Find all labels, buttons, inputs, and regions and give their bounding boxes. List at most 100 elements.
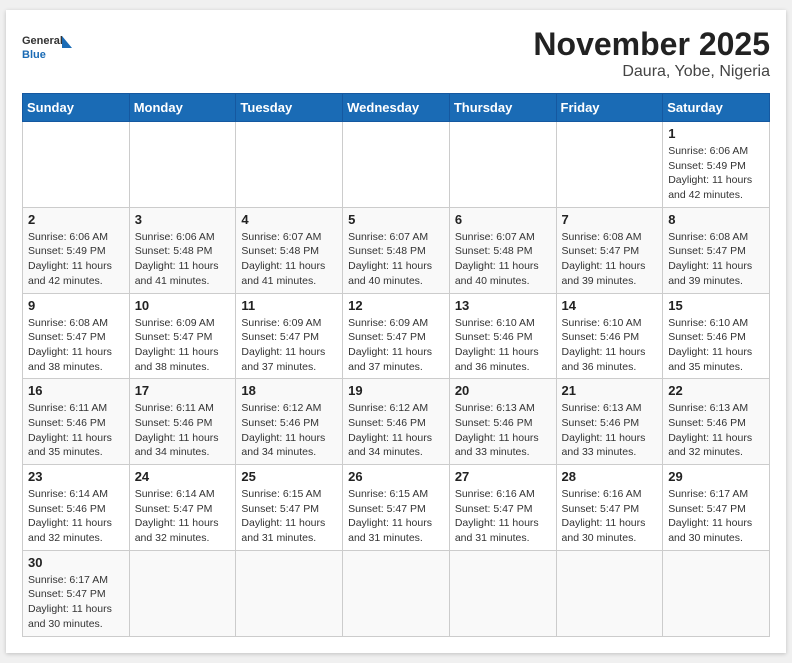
calendar-cell: 23 Sunrise: 6:14 AM Sunset: 5:46 PM Dayli… bbox=[23, 465, 130, 551]
day-info: Sunrise: 6:10 AM Sunset: 5:46 PM Dayligh… bbox=[668, 316, 764, 375]
day-number: 7 bbox=[562, 212, 658, 227]
day-number: 1 bbox=[668, 126, 764, 141]
day-number: 16 bbox=[28, 383, 124, 398]
day-info: Sunrise: 6:14 AM Sunset: 5:47 PM Dayligh… bbox=[135, 487, 231, 546]
day-number: 20 bbox=[455, 383, 551, 398]
day-number: 27 bbox=[455, 469, 551, 484]
day-info: Sunrise: 6:09 AM Sunset: 5:47 PM Dayligh… bbox=[241, 316, 337, 375]
day-info: Sunrise: 6:07 AM Sunset: 5:48 PM Dayligh… bbox=[455, 230, 551, 289]
day-info: Sunrise: 6:12 AM Sunset: 5:46 PM Dayligh… bbox=[348, 401, 444, 460]
day-number: 24 bbox=[135, 469, 231, 484]
calendar-cell: 6 Sunrise: 6:07 AM Sunset: 5:48 PM Daylig… bbox=[449, 207, 556, 293]
day-info: Sunrise: 6:11 AM Sunset: 5:46 PM Dayligh… bbox=[135, 401, 231, 460]
calendar-cell bbox=[343, 550, 450, 636]
day-info: Sunrise: 6:16 AM Sunset: 5:47 PM Dayligh… bbox=[562, 487, 658, 546]
day-number: 21 bbox=[562, 383, 658, 398]
day-info: Sunrise: 6:16 AM Sunset: 5:47 PM Dayligh… bbox=[455, 487, 551, 546]
day-number: 8 bbox=[668, 212, 764, 227]
day-number: 23 bbox=[28, 469, 124, 484]
day-number: 25 bbox=[241, 469, 337, 484]
svg-text:Blue: Blue bbox=[22, 49, 46, 61]
day-info: Sunrise: 6:06 AM Sunset: 5:49 PM Dayligh… bbox=[28, 230, 124, 289]
calendar-week-row: 1 Sunrise: 6:06 AM Sunset: 5:49 PM Daylig… bbox=[23, 122, 770, 208]
day-info: Sunrise: 6:06 AM Sunset: 5:49 PM Dayligh… bbox=[668, 144, 764, 203]
calendar-subtitle: Daura, Yobe, Nigeria bbox=[533, 63, 770, 81]
day-info: Sunrise: 6:08 AM Sunset: 5:47 PM Dayligh… bbox=[562, 230, 658, 289]
day-info: Sunrise: 6:17 AM Sunset: 5:47 PM Dayligh… bbox=[668, 487, 764, 546]
calendar-cell: 30 Sunrise: 6:17 AM Sunset: 5:47 PM Dayli… bbox=[23, 550, 130, 636]
day-info: Sunrise: 6:07 AM Sunset: 5:48 PM Dayligh… bbox=[348, 230, 444, 289]
calendar-cell: 4Sunrise: 6:07 AM Sunset: 5:48 PM Daylig… bbox=[236, 207, 343, 293]
calendar-cell: 28 Sunrise: 6:16 AM Sunset: 5:47 PM Dayli… bbox=[556, 465, 663, 551]
calendar-cell: 27 Sunrise: 6:16 AM Sunset: 5:47 PM Dayli… bbox=[449, 465, 556, 551]
calendar-week-row: 9Sunrise: 6:08 AM Sunset: 5:47 PM Daylig… bbox=[23, 293, 770, 379]
calendar-cell: 13 Sunrise: 6:10 AM Sunset: 5:46 PM Dayli… bbox=[449, 293, 556, 379]
calendar-cell: 12Sunrise: 6:09 AM Sunset: 5:47 PM Dayli… bbox=[343, 293, 450, 379]
day-number: 13 bbox=[455, 298, 551, 313]
calendar-cell: 26 Sunrise: 6:15 AM Sunset: 5:47 PM Dayli… bbox=[343, 465, 450, 551]
day-number: 11 bbox=[241, 298, 337, 313]
day-number: 19 bbox=[348, 383, 444, 398]
day-number: 5 bbox=[348, 212, 444, 227]
day-info: Sunrise: 6:15 AM Sunset: 5:47 PM Dayligh… bbox=[241, 487, 337, 546]
calendar-cell: 2 Sunrise: 6:06 AM Sunset: 5:49 PM Daylig… bbox=[23, 207, 130, 293]
page-header: General Blue November 2025 Daura, Yobe, … bbox=[22, 26, 770, 81]
logo: General Blue bbox=[22, 26, 72, 71]
calendar-cell: 29 Sunrise: 6:17 AM Sunset: 5:47 PM Dayli… bbox=[663, 465, 770, 551]
day-info: Sunrise: 6:13 AM Sunset: 5:46 PM Dayligh… bbox=[455, 401, 551, 460]
day-number: 26 bbox=[348, 469, 444, 484]
calendar-cell bbox=[449, 550, 556, 636]
day-number: 10 bbox=[135, 298, 231, 313]
day-info: Sunrise: 6:09 AM Sunset: 5:47 PM Dayligh… bbox=[348, 316, 444, 375]
calendar-cell bbox=[343, 122, 450, 208]
calendar-cell bbox=[23, 122, 130, 208]
day-info: Sunrise: 6:06 AM Sunset: 5:48 PM Dayligh… bbox=[135, 230, 231, 289]
day-number: 6 bbox=[455, 212, 551, 227]
calendar-cell bbox=[129, 550, 236, 636]
calendar-cell: 8 Sunrise: 6:08 AM Sunset: 5:47 PM Daylig… bbox=[663, 207, 770, 293]
weekday-header-row: SundayMondayTuesdayWednesdayThursdayFrid… bbox=[23, 94, 770, 122]
weekday-header-monday: Monday bbox=[129, 94, 236, 122]
day-number: 29 bbox=[668, 469, 764, 484]
calendar-cell: 5 Sunrise: 6:07 AM Sunset: 5:48 PM Daylig… bbox=[343, 207, 450, 293]
calendar-cell: 21Sunrise: 6:13 AM Sunset: 5:46 PM Dayli… bbox=[556, 379, 663, 465]
day-info: Sunrise: 6:14 AM Sunset: 5:46 PM Dayligh… bbox=[28, 487, 124, 546]
day-info: Sunrise: 6:12 AM Sunset: 5:46 PM Dayligh… bbox=[241, 401, 337, 460]
day-number: 28 bbox=[562, 469, 658, 484]
calendar-cell: 3Sunrise: 6:06 AM Sunset: 5:48 PM Daylig… bbox=[129, 207, 236, 293]
calendar-cell: 15Sunrise: 6:10 AM Sunset: 5:46 PM Dayli… bbox=[663, 293, 770, 379]
day-info: Sunrise: 6:09 AM Sunset: 5:47 PM Dayligh… bbox=[135, 316, 231, 375]
day-info: Sunrise: 6:10 AM Sunset: 5:46 PM Dayligh… bbox=[455, 316, 551, 375]
weekday-header-sunday: Sunday bbox=[23, 94, 130, 122]
calendar-cell bbox=[556, 122, 663, 208]
day-info: Sunrise: 6:11 AM Sunset: 5:46 PM Dayligh… bbox=[28, 401, 124, 460]
day-number: 18 bbox=[241, 383, 337, 398]
calendar-week-row: 30 Sunrise: 6:17 AM Sunset: 5:47 PM Dayli… bbox=[23, 550, 770, 636]
day-info: Sunrise: 6:10 AM Sunset: 5:46 PM Dayligh… bbox=[562, 316, 658, 375]
day-info: Sunrise: 6:08 AM Sunset: 5:47 PM Dayligh… bbox=[668, 230, 764, 289]
calendar-cell: 18 Sunrise: 6:12 AM Sunset: 5:46 PM Dayli… bbox=[236, 379, 343, 465]
calendar-cell bbox=[449, 122, 556, 208]
calendar-title: November 2025 bbox=[533, 26, 770, 63]
day-number: 9 bbox=[28, 298, 124, 313]
day-number: 22 bbox=[668, 383, 764, 398]
weekday-header-wednesday: Wednesday bbox=[343, 94, 450, 122]
calendar-cell: 22Sunrise: 6:13 AM Sunset: 5:46 PM Dayli… bbox=[663, 379, 770, 465]
calendar-cell bbox=[663, 550, 770, 636]
calendar-cell: 1 Sunrise: 6:06 AM Sunset: 5:49 PM Daylig… bbox=[663, 122, 770, 208]
calendar-cell: 10 Sunrise: 6:09 AM Sunset: 5:47 PM Dayli… bbox=[129, 293, 236, 379]
calendar-cell bbox=[556, 550, 663, 636]
calendar-week-row: 16 Sunrise: 6:11 AM Sunset: 5:46 PM Dayli… bbox=[23, 379, 770, 465]
day-info: Sunrise: 6:17 AM Sunset: 5:47 PM Dayligh… bbox=[28, 573, 124, 632]
day-number: 2 bbox=[28, 212, 124, 227]
calendar-cell bbox=[236, 122, 343, 208]
weekday-header-thursday: Thursday bbox=[449, 94, 556, 122]
calendar-cell: 9Sunrise: 6:08 AM Sunset: 5:47 PM Daylig… bbox=[23, 293, 130, 379]
calendar-cell bbox=[129, 122, 236, 208]
weekday-header-tuesday: Tuesday bbox=[236, 94, 343, 122]
day-number: 30 bbox=[28, 555, 124, 570]
day-number: 4 bbox=[241, 212, 337, 227]
day-info: Sunrise: 6:15 AM Sunset: 5:47 PM Dayligh… bbox=[348, 487, 444, 546]
day-number: 14 bbox=[562, 298, 658, 313]
svg-text:General: General bbox=[22, 35, 63, 47]
